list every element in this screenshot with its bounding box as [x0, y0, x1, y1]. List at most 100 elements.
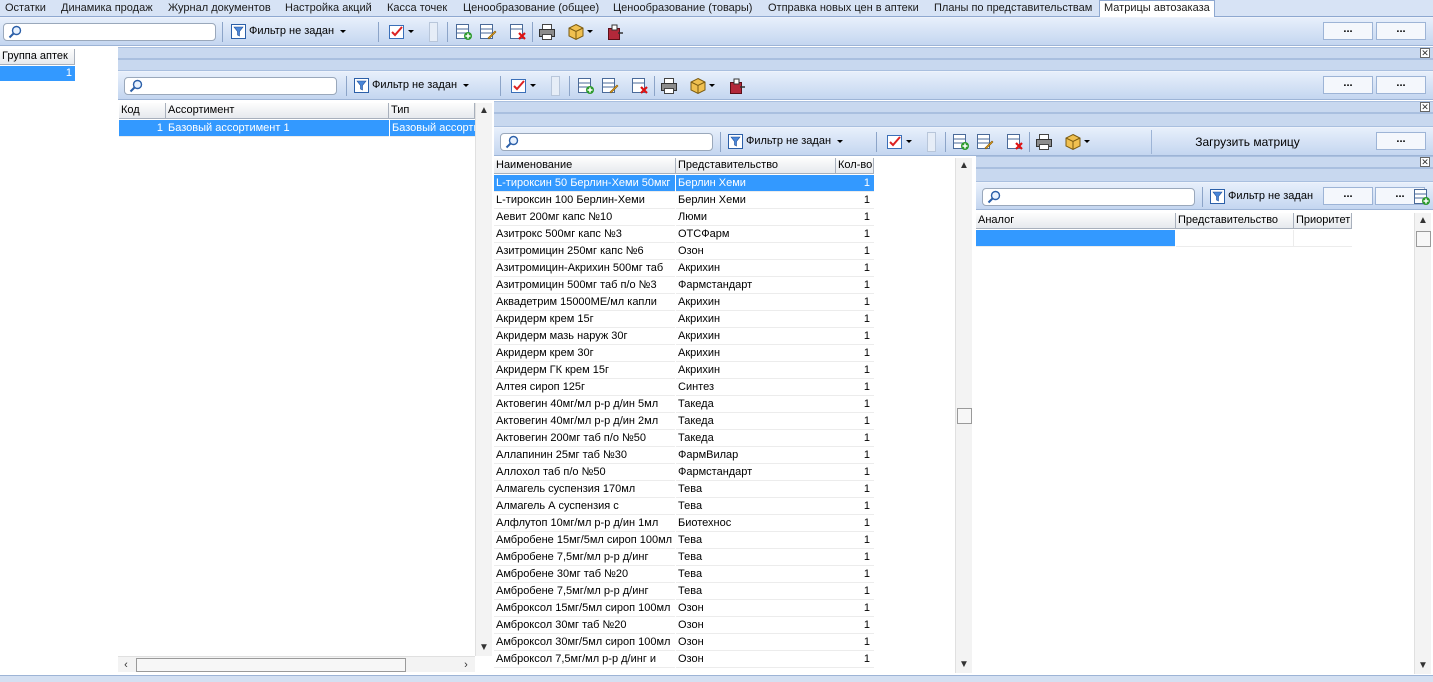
table-row[interactable]: Аквадетрим 15000МЕ/мл капли Акрихин 1: [494, 294, 874, 311]
chevron-up-icon[interactable]: ▲: [956, 158, 972, 174]
filter-dropdown[interactable]: Фильтр не задан: [229, 22, 347, 42]
table-row[interactable]: Актовегин 200мг таб п/о №50 Такеда 1: [494, 430, 874, 447]
vertical-scrollbar[interactable]: ▲ ▼: [1414, 213, 1431, 674]
table-row[interactable]: Аевит 200мг капс №10 Люми 1: [494, 209, 874, 226]
tab-send-prices[interactable]: Отправка новых цен в аптеки: [768, 1, 919, 17]
tab-cash-points[interactable]: Касса точек: [387, 1, 447, 17]
table-row[interactable]: Алфлутоп 10мг/мл р-р д/ин 1мл Биотехнос 1: [494, 515, 874, 532]
delete-row-button[interactable]: [631, 77, 649, 95]
close-icon[interactable]: ✕: [1420, 157, 1430, 167]
package-menu-button[interactable]: [1064, 133, 1090, 151]
close-icon[interactable]: ✕: [1420, 48, 1430, 58]
table-row[interactable]: Алмагель А суспензия с Тева 1: [494, 498, 874, 515]
chevron-down-icon[interactable]: ▼: [1415, 658, 1431, 674]
edit-row-button[interactable]: [479, 23, 497, 41]
table-row[interactable]: Акридерм ГК крем 15г Акрихин 1: [494, 362, 874, 379]
filter-dropdown[interactable]: Фильтр не задан: [352, 76, 470, 96]
export-button[interactable]: [728, 77, 746, 95]
tab-pricing-general[interactable]: Ценообразование (общее): [463, 1, 599, 17]
print-button[interactable]: [1035, 133, 1053, 151]
filter-dropdown[interactable]: Фильтр не задан: [1208, 187, 1313, 207]
options-button[interactable]: ...: [1323, 22, 1373, 40]
horizontal-scrollbar[interactable]: ‹ ›: [118, 656, 475, 672]
table-row[interactable]: Акридерм мазь наруж 30г Акрихин 1: [494, 328, 874, 345]
tab-rep-plans[interactable]: Планы по представительствам: [934, 1, 1092, 17]
table-row[interactable]: Акридерм крем 15г Акрихин 1: [494, 311, 874, 328]
edit-checklist-button[interactable]: [886, 133, 912, 151]
column-header-quantity[interactable]: Кол-во: [836, 158, 874, 174]
scrollbar-thumb[interactable]: [957, 408, 972, 424]
chevron-right-icon[interactable]: ›: [458, 657, 474, 673]
tab-ostatki[interactable]: Остатки: [5, 1, 46, 17]
table-row[interactable]: Амбробене 15мг/5мл сироп 100мл Тева 1: [494, 532, 874, 549]
vertical-scrollbar[interactable]: ▲ ▼: [955, 158, 972, 673]
add-row-button[interactable]: [952, 133, 970, 151]
table-row[interactable]: Амброксол 30мг таб №20 Озон 1: [494, 617, 874, 634]
tab-pricing-goods[interactable]: Ценообразование (товары): [613, 1, 752, 17]
edit-row-button[interactable]: [601, 77, 619, 95]
print-button[interactable]: [660, 77, 678, 95]
search-input[interactable]: [982, 188, 1195, 206]
table-row[interactable]: Амбробене 30мг таб №20 Тева 1: [494, 566, 874, 583]
table-row[interactable]: Аллапинин 25мг таб №30 ФармВилар 1: [494, 447, 874, 464]
options-button[interactable]: ...: [1376, 76, 1426, 94]
search-input[interactable]: [3, 23, 216, 41]
scrollbar-thumb[interactable]: [136, 658, 406, 672]
column-header-analog[interactable]: Аналог: [976, 213, 1176, 229]
table-row[interactable]: Амброксол 15мг/5мл сироп 100мл Озон 1: [494, 600, 874, 617]
vertical-scrollbar[interactable]: ▲ ▼: [475, 103, 492, 656]
table-row[interactable]: Актовегин 40мг/мл р-р д/ин 2мл Такеда 1: [494, 413, 874, 430]
add-row-button[interactable]: [1413, 188, 1431, 206]
column-header-code[interactable]: Код: [119, 103, 166, 119]
column-header-representation[interactable]: Представительство: [1176, 213, 1294, 229]
table-row[interactable]: Алмагель суспензия 170мл Тева 1: [494, 481, 874, 498]
chevron-up-icon[interactable]: ▲: [476, 103, 492, 119]
export-button[interactable]: [606, 23, 624, 41]
pharmacy-group-header[interactable]: Группа аптек: [0, 49, 75, 65]
search-input[interactable]: [124, 77, 337, 95]
load-matrix-button[interactable]: Загрузить матрицу: [1151, 130, 1343, 154]
table-row[interactable]: Азитрокс 500мг капс №3 ОТСФарм 1: [494, 226, 874, 243]
options-button[interactable]: ...: [1376, 132, 1426, 150]
table-row[interactable]: Амброксол 30мг/5мл сироп 100мл Озон 1: [494, 634, 874, 651]
chevron-down-icon[interactable]: ▼: [476, 640, 492, 656]
table-row[interactable]: Аллохол таб п/о №50 Фармстандарт 1: [494, 464, 874, 481]
table-row[interactable]: Азитромицин-Акрихин 500мг таб Акрихин 1: [494, 260, 874, 277]
table-row[interactable]: Алтея сироп 125г Синтез 1: [494, 379, 874, 396]
table-row[interactable]: L-тироксин 50 Берлин-Хеми 50мкг Берлин Хе…: [494, 175, 874, 192]
options-button[interactable]: ...: [1323, 76, 1373, 94]
panel-splitter[interactable]: [118, 47, 1433, 59]
scrollbar-thumb[interactable]: [1416, 231, 1431, 247]
column-header-representation[interactable]: Представительство: [676, 158, 836, 174]
tab-promo-settings[interactable]: Настройка акций: [285, 1, 372, 17]
column-header-name[interactable]: Наименование: [494, 158, 676, 174]
chevron-down-icon[interactable]: ▼: [956, 657, 972, 673]
options-button[interactable]: ...: [1376, 22, 1426, 40]
chevron-left-icon[interactable]: ‹: [118, 657, 134, 673]
package-menu-button[interactable]: [567, 23, 593, 41]
table-row[interactable]: L-тироксин 100 Берлин-Хеми Берлин Хеми 1: [494, 192, 874, 209]
chevron-up-icon[interactable]: ▲: [1415, 213, 1431, 229]
edit-row-button[interactable]: [976, 133, 994, 151]
tab-document-journal[interactable]: Журнал документов: [168, 1, 271, 17]
column-header-assortment[interactable]: Ассортимент: [166, 103, 389, 119]
delete-row-button[interactable]: [1006, 133, 1024, 151]
panel-splitter[interactable]: [976, 156, 1433, 168]
package-menu-button[interactable]: [689, 77, 715, 95]
close-icon[interactable]: ✕: [1420, 102, 1430, 112]
edit-checklist-button[interactable]: [510, 77, 536, 95]
table-row[interactable]: Амброксол 7,5мг/мл р-р д/инг и Озон 1: [494, 651, 874, 668]
table-row[interactable]: Азитромицин 500мг таб п/о №3 Фармстандарт…: [494, 277, 874, 294]
edit-checklist-button[interactable]: [388, 23, 414, 41]
delete-row-button[interactable]: [509, 23, 527, 41]
column-header-priority[interactable]: Приоритет: [1294, 213, 1352, 229]
options-button[interactable]: ...: [1323, 187, 1373, 205]
table-row[interactable]: Азитромицин 250мг капс №6 Озон 1: [494, 243, 874, 260]
tab-sales-dynamics[interactable]: Динамика продаж: [61, 1, 153, 17]
table-row[interactable]: Амбробене 7,5мг/мл р-р д/инг Тева 1: [494, 549, 874, 566]
add-row-button[interactable]: [577, 77, 595, 95]
filter-dropdown[interactable]: Фильтр не задан: [726, 132, 844, 152]
table-row[interactable]: Акридерм крем 30г Акрихин 1: [494, 345, 874, 362]
column-header-type[interactable]: Тип: [389, 103, 475, 119]
table-row[interactable]: [976, 230, 1352, 247]
